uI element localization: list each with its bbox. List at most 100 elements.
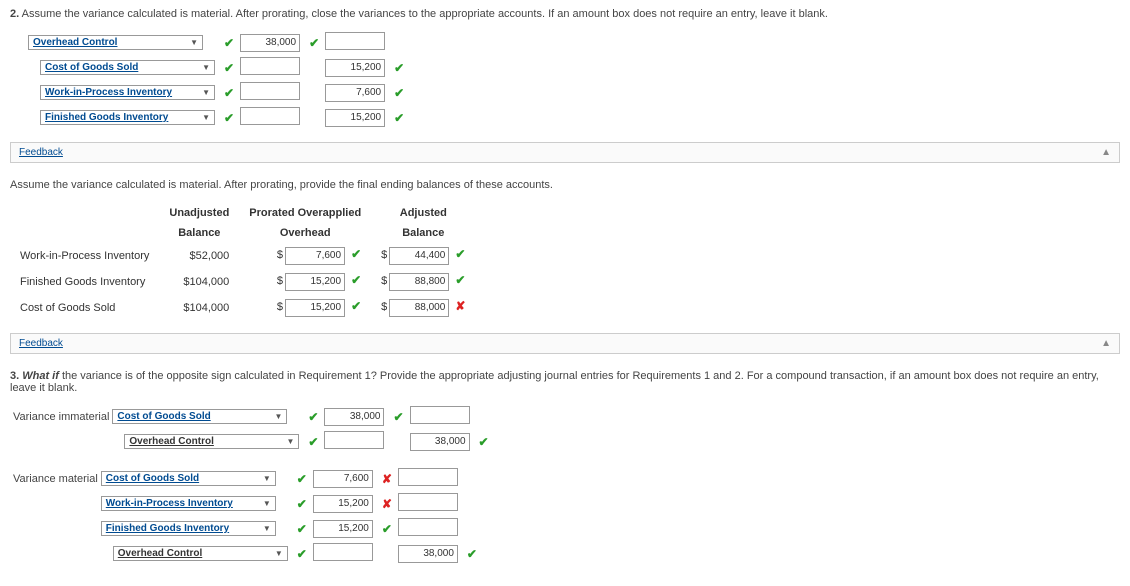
check-icon: ✔ xyxy=(479,435,489,449)
amount-input[interactable] xyxy=(313,543,373,561)
balance-row-label: Work-in-Process Inventory xyxy=(10,243,159,269)
check-icon: ✔ xyxy=(297,547,307,561)
chevron-down-icon: ▼ xyxy=(202,63,210,72)
check-icon: ✔ xyxy=(224,36,234,50)
amount-input[interactable]: 7,600 xyxy=(325,84,385,102)
amount-input[interactable] xyxy=(324,431,384,449)
balances-intro: Assume the variance calculated is materi… xyxy=(10,179,1120,191)
amount-input[interactable] xyxy=(398,468,458,486)
balance-row-label: Cost of Goods Sold xyxy=(10,295,159,321)
check-icon: ✔ xyxy=(455,247,465,261)
chevron-down-icon: ▼ xyxy=(286,437,294,446)
chevron-down-icon: ▼ xyxy=(263,474,271,483)
amount-input[interactable]: 7,600 xyxy=(313,470,373,488)
chevron-down-icon: ▼ xyxy=(263,524,271,533)
balance-row-label: Finished Goods Inventory xyxy=(10,269,159,295)
amount-input[interactable] xyxy=(410,406,470,424)
check-icon: ✔ xyxy=(394,111,404,125)
q3-text: the variance is of the opposite sign cal… xyxy=(10,370,1099,394)
q3-prompt: 3. What if the variance is of the opposi… xyxy=(10,370,1120,394)
amount-input[interactable] xyxy=(398,493,458,511)
check-icon: ✔ xyxy=(308,410,318,424)
q2-number: 2. xyxy=(10,8,19,20)
account-select[interactable]: Cost of Goods Sold▼ xyxy=(112,409,287,424)
amount-input[interactable] xyxy=(240,57,300,75)
check-icon: ✔ xyxy=(455,273,465,287)
q2-text: Assume the variance calculated is materi… xyxy=(19,8,828,20)
amount-input[interactable]: 15,200 xyxy=(313,495,373,513)
check-icon: ✔ xyxy=(297,522,307,536)
col-prorated-1: Prorated Overapplied xyxy=(239,203,371,223)
account-select[interactable]: Work-in-Process Inventory▼ xyxy=(101,496,276,511)
col-unadj-1: Unadjusted xyxy=(159,203,239,223)
check-icon: ✔ xyxy=(297,472,307,486)
account-select[interactable]: Cost of Goods Sold▼ xyxy=(40,60,215,75)
check-icon: ✔ xyxy=(309,36,319,50)
collapse-icon[interactable]: ▲ xyxy=(1101,147,1111,158)
check-icon: ✔ xyxy=(351,273,361,287)
check-icon: ✔ xyxy=(394,86,404,100)
chevron-down-icon: ▼ xyxy=(275,549,283,558)
chevron-down-icon: ▼ xyxy=(274,412,282,421)
account-select[interactable]: Overhead Control▼ xyxy=(124,434,299,449)
cross-icon: ✘ xyxy=(382,472,392,486)
balances-table: Unadjusted Prorated Overapplied Adjusted… xyxy=(10,203,475,321)
amount-input[interactable] xyxy=(398,518,458,536)
col-unadj-2: Balance xyxy=(159,223,239,243)
amount-input[interactable] xyxy=(240,82,300,100)
variance-label: Variance immaterial xyxy=(10,404,112,429)
chevron-down-icon: ▼ xyxy=(263,499,271,508)
chevron-down-icon: ▼ xyxy=(202,88,210,97)
amount-input[interactable] xyxy=(240,107,300,125)
check-icon: ✔ xyxy=(394,61,404,75)
amount-input[interactable]: 38,000 xyxy=(324,408,384,426)
amount-input[interactable]: 7,600 xyxy=(285,247,345,265)
col-prorated-2: Overhead xyxy=(239,223,371,243)
check-icon: ✔ xyxy=(297,497,307,511)
account-select[interactable]: Overhead Control▼ xyxy=(113,546,288,561)
q2-prompt: 2. Assume the variance calculated is mat… xyxy=(10,8,1120,20)
collapse-icon[interactable]: ▲ xyxy=(1101,338,1111,349)
unadjusted-val: $104,000 xyxy=(159,295,239,321)
q3-number: 3. xyxy=(10,370,19,382)
q3-immaterial-table: Variance immaterialCost of Goods Sold▼ ✔ 3… xyxy=(10,404,492,454)
amount-input[interactable]: 38,000 xyxy=(398,545,458,563)
check-icon: ✔ xyxy=(351,299,361,313)
chevron-down-icon: ▼ xyxy=(202,113,210,122)
check-icon: ✔ xyxy=(393,410,403,424)
unadjusted-val: $52,000 xyxy=(159,243,239,269)
amount-input[interactable]: 15,200 xyxy=(325,109,385,127)
feedback-link[interactable]: Feedback xyxy=(19,338,63,349)
q3-whatif: What if xyxy=(19,370,59,382)
check-icon: ✔ xyxy=(224,111,234,125)
check-icon: ✔ xyxy=(308,435,318,449)
unadjusted-val: $104,000 xyxy=(159,269,239,295)
account-select[interactable]: Overhead Control▼ xyxy=(28,35,203,50)
amount-input[interactable]: 88,000 xyxy=(389,299,449,317)
amount-input[interactable]: 15,200 xyxy=(285,273,345,291)
col-adj-1: Adjusted xyxy=(371,203,475,223)
feedback-link[interactable]: Feedback xyxy=(19,147,63,158)
amount-input[interactable] xyxy=(325,32,385,50)
cross-icon: ✘ xyxy=(382,497,392,511)
amount-input[interactable]: 88,800 xyxy=(389,273,449,291)
variance-label: Variance material xyxy=(10,466,101,491)
amount-input[interactable]: 44,400 xyxy=(389,247,449,265)
check-icon: ✔ xyxy=(224,86,234,100)
amount-input[interactable]: 38,000 xyxy=(240,34,300,52)
account-select[interactable]: Work-in-Process Inventory▼ xyxy=(40,85,215,100)
q3-material-table: Variance materialCost of Goods Sold▼ ✔ 7,6… xyxy=(10,466,480,566)
amount-input[interactable]: 38,000 xyxy=(410,433,470,451)
check-icon: ✔ xyxy=(224,61,234,75)
amount-input[interactable]: 15,200 xyxy=(325,59,385,77)
account-select[interactable]: Cost of Goods Sold▼ xyxy=(101,471,276,486)
account-select[interactable]: Finished Goods Inventory▼ xyxy=(40,110,215,125)
check-icon: ✔ xyxy=(351,247,361,261)
amount-input[interactable]: 15,200 xyxy=(285,299,345,317)
amount-input[interactable]: 15,200 xyxy=(313,520,373,538)
account-select[interactable]: Finished Goods Inventory▼ xyxy=(101,521,276,536)
q2-journal-table: Overhead Control▼ ✔ 38,000 ✔ Cost of Goods S… xyxy=(28,30,407,130)
check-icon: ✔ xyxy=(467,547,477,561)
feedback-bar-1[interactable]: Feedback ▲ xyxy=(10,142,1120,163)
feedback-bar-2[interactable]: Feedback ▲ xyxy=(10,333,1120,354)
